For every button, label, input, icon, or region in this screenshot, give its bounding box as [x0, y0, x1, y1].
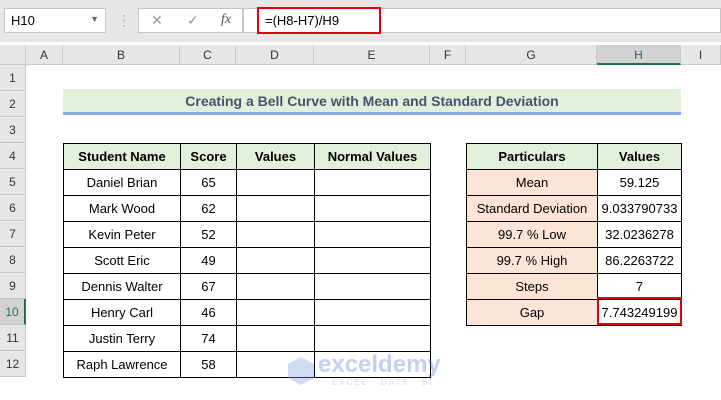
row-header-7[interactable]: 7 [0, 221, 26, 247]
left-table-cell[interactable] [314, 221, 431, 248]
watermark-name: exceldemy [318, 351, 441, 378]
row-header-4[interactable]: 4 [0, 143, 26, 169]
drag-handle-icon[interactable]: ⋮ [117, 12, 131, 29]
left-table-cell[interactable]: 67 [180, 273, 237, 300]
name-box-value: H10 [11, 13, 35, 28]
left-table-cell[interactable]: 74 [180, 325, 237, 352]
formula-text[interactable]: =(H8-H7)/H9 [257, 7, 381, 34]
column-header-i[interactable]: I [681, 45, 721, 65]
left-table-cell[interactable] [314, 299, 431, 326]
left-table-cell[interactable] [236, 169, 315, 196]
column-header-f[interactable]: F [430, 45, 466, 65]
left-table-cell[interactable]: 52 [180, 221, 237, 248]
column-header-d[interactable]: D [236, 45, 314, 65]
particular-value[interactable]: 59.125 [597, 169, 682, 196]
particular-label[interactable]: Standard Deviation [466, 195, 598, 222]
particular-label[interactable]: 99.7 % Low [466, 221, 598, 248]
left-table-cell[interactable]: 65 [180, 169, 237, 196]
select-all-corner[interactable] [0, 45, 26, 65]
watermark-tagline: EXCEL · DATA · BI [332, 378, 434, 387]
left-table-cell[interactable]: 62 [180, 195, 237, 222]
left-table-cell[interactable] [314, 169, 431, 196]
row-header-10[interactable]: 10 [0, 299, 26, 325]
left-table-cell[interactable] [236, 195, 315, 222]
left-table-cell[interactable]: Henry Carl [63, 299, 181, 326]
left-table-cell[interactable]: 46 [180, 299, 237, 326]
row-header-3[interactable]: 3 [0, 117, 26, 143]
row-header-8[interactable]: 8 [0, 247, 26, 273]
particular-value[interactable]: 32.0236278 [597, 221, 682, 248]
left-table-cell[interactable]: Raph Lawrence [63, 351, 181, 378]
left-table-cell[interactable] [236, 325, 315, 352]
particular-label[interactable]: Steps [466, 273, 598, 300]
left-table-cell[interactable] [314, 195, 431, 222]
particular-label[interactable]: Gap [466, 299, 598, 326]
insert-function-icon[interactable]: fx [221, 12, 231, 28]
cancel-icon[interactable]: ✕ [151, 12, 163, 29]
right-table-header[interactable]: Values [597, 143, 682, 170]
row-header-1[interactable]: 1 [0, 65, 26, 91]
left-table-cell[interactable]: 49 [180, 247, 237, 274]
left-table-cell[interactable] [236, 299, 315, 326]
left-table-cell[interactable] [314, 273, 431, 300]
column-header-e[interactable]: E [314, 45, 430, 65]
sheet-title: Creating a Bell Curve with Mean and Stan… [63, 89, 681, 115]
row-header-9[interactable]: 9 [0, 273, 26, 299]
name-box[interactable]: H10 ▼ [4, 8, 106, 33]
row-header-6[interactable]: 6 [0, 195, 26, 221]
particular-value[interactable]: 9.033790733 [597, 195, 682, 222]
particular-value[interactable]: 86.2263722 [597, 247, 682, 274]
left-table-cell[interactable]: Daniel Brian [63, 169, 181, 196]
column-header-a[interactable]: A [26, 45, 63, 65]
left-table-cell[interactable]: Mark Wood [63, 195, 181, 222]
selected-cell-h10[interactable] [597, 297, 682, 325]
left-table-cell[interactable] [314, 325, 431, 352]
column-header-h[interactable]: H [597, 45, 681, 65]
right-table-header[interactable]: Particulars [466, 143, 598, 170]
left-table-cell[interactable]: Dennis Walter [63, 273, 181, 300]
row-header-5[interactable]: 5 [0, 169, 26, 195]
left-table-cell[interactable]: Kevin Peter [63, 221, 181, 248]
column-header-b[interactable]: B [63, 45, 180, 65]
left-table-cell[interactable]: Justin Terry [63, 325, 181, 352]
left-table-cell[interactable]: 58 [180, 351, 237, 378]
particular-label[interactable]: Mean [466, 169, 598, 196]
left-table-cell[interactable] [236, 247, 315, 274]
left-table-cell[interactable] [314, 247, 431, 274]
enter-icon[interactable]: ✓ [187, 12, 199, 29]
row-header-12[interactable]: 12 [0, 351, 26, 377]
left-table-header[interactable]: Score [180, 143, 237, 170]
row-header-11[interactable]: 11 [0, 325, 26, 351]
left-table-cell[interactable] [236, 221, 315, 248]
column-header-g[interactable]: G [466, 45, 597, 65]
left-table-header[interactable]: Student Name [63, 143, 181, 170]
left-table-header[interactable]: Values [236, 143, 315, 170]
left-table-cell[interactable]: Scott Eric [63, 247, 181, 274]
left-table-cell[interactable] [236, 273, 315, 300]
chevron-down-icon[interactable]: ▼ [90, 14, 99, 24]
particular-label[interactable]: 99.7 % High [466, 247, 598, 274]
formula-buttons: ✕ ✓ fx [138, 8, 243, 33]
column-header-c[interactable]: C [180, 45, 236, 65]
row-header-2[interactable]: 2 [0, 91, 26, 117]
left-table-header[interactable]: Normal Values [314, 143, 431, 170]
particular-value[interactable]: 7 [597, 273, 682, 300]
